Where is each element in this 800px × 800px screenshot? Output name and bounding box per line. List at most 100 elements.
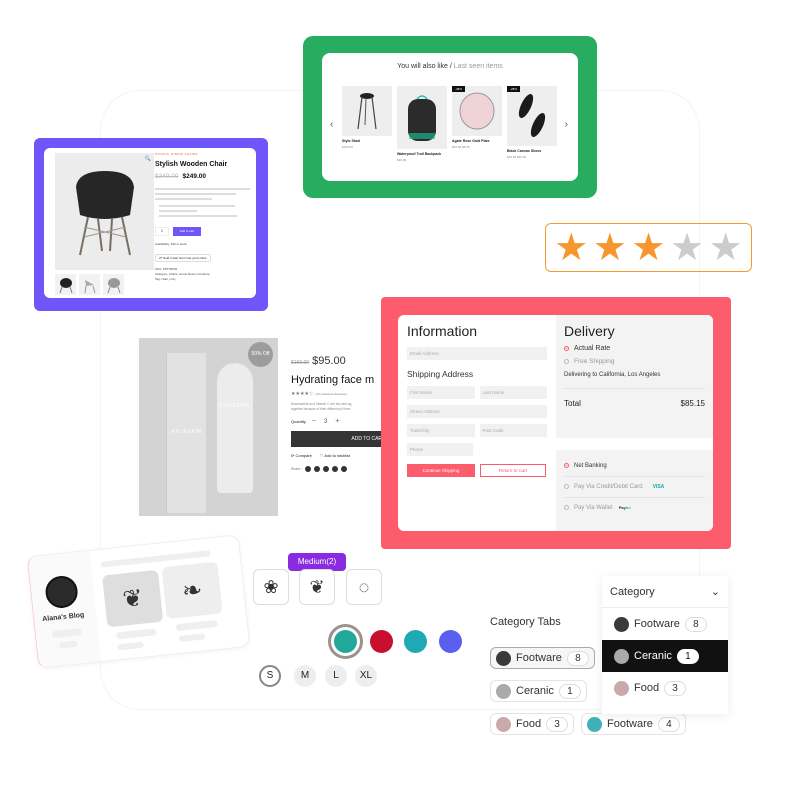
product-box: KYLIESKIN — [166, 353, 206, 513]
star-icon[interactable]: ★ — [670, 229, 704, 267]
dropdown-item-selected[interactable]: Ceranic 1 — [602, 640, 728, 672]
actual-rate-option[interactable]: Actual Rate — [564, 345, 705, 352]
feature-line — [159, 215, 237, 217]
visa-logo-icon: VISA — [652, 484, 665, 491]
post-code-field[interactable]: Post Code — [479, 424, 547, 437]
old-price: $349.00 — [155, 173, 179, 180]
category-chip[interactable]: Footware 8 — [490, 647, 595, 669]
thumbnail-grey-chair[interactable] — [103, 274, 124, 295]
free-shipping-option[interactable]: Free Shipping — [564, 358, 705, 365]
last-name-field[interactable]: Last Name — [479, 386, 547, 399]
product-category[interactable]: STOOLS, DINING CHAIRS — [155, 152, 250, 156]
feature-line — [159, 210, 197, 212]
blog-card[interactable]: Alana's Blog ❦ ❧ — [26, 534, 251, 669]
color-swatch-teal[interactable] — [328, 624, 363, 659]
card-option[interactable]: Pay Via Credit/Debit Card VISA — [564, 477, 705, 499]
product-card[interactable]: Waterproof Troll Backpack $39.00 — [397, 86, 447, 162]
radio-selected-icon[interactable] — [564, 345, 569, 351]
cream-product-info: $190.00 $95.00 Hydrating face m ★★★★☆ (10 … — [291, 355, 381, 515]
delivery-location: Delivering to California, Los Angeles — [564, 372, 661, 378]
size-s-button[interactable]: S — [259, 665, 281, 687]
pinterest-icon[interactable] — [332, 466, 339, 472]
food-icon — [496, 716, 511, 732]
dropdown-label: Category — [610, 585, 655, 598]
count-badge: 8 — [566, 650, 589, 666]
category-chip[interactable]: Footware 4 — [581, 713, 686, 735]
category-chip[interactable]: Food 3 — [490, 713, 575, 735]
star-icon[interactable]: ★ — [593, 229, 627, 267]
tab-last-seen[interactable]: Last seen items — [454, 63, 503, 70]
chevron-right-icon[interactable]: › — [565, 119, 568, 130]
brand-label: KYLIESKIN — [171, 429, 202, 435]
wishlist-button[interactable]: ♡ Add to wishlist — [320, 453, 350, 458]
size-m-button[interactable]: M — [294, 665, 316, 687]
review-rating: ★★★★☆ (10 Customer Reviews) — [291, 391, 381, 397]
street-address-field[interactable]: Street Address — [407, 405, 547, 418]
skeleton-line — [116, 628, 157, 640]
city-field[interactable]: Town/City — [407, 424, 475, 437]
radio-icon[interactable] — [564, 484, 569, 490]
food-icon — [614, 680, 629, 696]
feather-icon: ❦ — [309, 576, 325, 597]
current-price: $249.00 — [182, 173, 207, 180]
product-card[interactable]: -28% Black Canvas Shoes $49.00 $35.00 — [507, 86, 557, 162]
star-icon[interactable]: ★ — [631, 229, 665, 267]
tab-you-will-also-like[interactable]: You will also like / — [397, 63, 454, 70]
compare-button[interactable]: ⟳ Compare — [291, 453, 312, 458]
facebook-icon[interactable] — [305, 466, 312, 472]
skeleton-line — [175, 619, 219, 632]
color-swatch-cyan[interactable] — [404, 630, 427, 653]
old-price: $190.00 — [291, 360, 310, 366]
phone-field[interactable]: Phone — [407, 443, 473, 456]
color-swatch-red[interactable] — [370, 630, 393, 653]
cream-product-image[interactable]: KYLIESKIN KYLIESKIN 50% Off — [139, 338, 278, 516]
linkedin-icon[interactable] — [341, 466, 348, 472]
product-card[interactable]: -48% Agate Rose Gold Plate $15.00 $8.00 — [452, 86, 502, 162]
category-chip[interactable]: Ceranic 1 — [490, 680, 587, 702]
wallet-option[interactable]: Pay Via Wallet Paytm — [564, 498, 705, 518]
add-to-cart-button[interactable]: Add to cart — [173, 227, 201, 236]
size-xl-button[interactable]: XL — [355, 665, 377, 687]
radio-icon[interactable] — [564, 505, 569, 511]
reviews-link[interactable]: (10 Customer Reviews) — [315, 392, 346, 396]
count-badge: 3 — [664, 680, 687, 696]
wishlist-label: Add to wishlist — [324, 453, 350, 458]
plus-icon[interactable]: + — [335, 418, 339, 425]
wreath-pattern-swatch[interactable]: ◌ — [346, 569, 382, 605]
first-name-field[interactable]: First Name — [407, 386, 475, 399]
star-icon[interactable]: ★ — [709, 229, 743, 267]
radio-selected-icon[interactable] — [564, 463, 569, 468]
dropdown-item[interactable]: Footware 8 — [602, 608, 728, 640]
continue-shipping-button[interactable]: Continue Shipping — [407, 464, 475, 477]
star-rating[interactable]: ★ ★ ★ ★ ★ — [545, 223, 752, 272]
berry-pattern-swatch[interactable]: ❀ — [253, 569, 289, 605]
description-line — [155, 188, 250, 190]
information-section: Information Email Address Shipping Addre… — [407, 323, 547, 477]
product-card[interactable]: Stylo Stool $100.00 — [342, 86, 392, 162]
thumbnail-side-chair[interactable] — [79, 274, 100, 295]
net-banking-option[interactable]: Net Banking — [564, 456, 705, 478]
feather-pattern-swatch[interactable]: ❦ — [299, 569, 335, 605]
quantity-stepper[interactable]: − 3 + — [312, 418, 340, 425]
email-field[interactable]: Email Address — [407, 347, 547, 360]
quantity-value[interactable]: 3 — [324, 419, 327, 425]
thumbnail-black-chair[interactable] — [55, 274, 76, 295]
zoom-icon[interactable]: 🔍 — [145, 156, 151, 162]
checkout-panel: Information Email Address Shipping Addre… — [398, 315, 713, 531]
chair-main-image[interactable]: 🔍 — [55, 153, 154, 270]
star-icon[interactable]: ★ — [554, 229, 588, 267]
quantity-input[interactable]: 1 — [155, 227, 169, 236]
radio-icon[interactable] — [564, 358, 569, 364]
product-tube: KYLIESKIN — [217, 363, 253, 493]
chevron-left-icon[interactable]: ‹ — [330, 119, 333, 130]
footware-icon — [614, 616, 629, 632]
color-swatch-blue[interactable] — [439, 630, 462, 653]
minus-icon[interactable]: − — [312, 418, 316, 425]
size-l-button[interactable]: L — [325, 665, 347, 687]
dropdown-toggle[interactable]: Category ⌄ — [602, 576, 728, 608]
add-to-cart-button[interactable]: ADD TO CART — [291, 431, 381, 447]
twitter-icon[interactable] — [314, 466, 321, 472]
instagram-icon[interactable] — [323, 466, 330, 472]
dropdown-item[interactable]: Food 3 — [602, 672, 728, 704]
return-to-cart-button[interactable]: Return to Cart — [480, 464, 546, 477]
